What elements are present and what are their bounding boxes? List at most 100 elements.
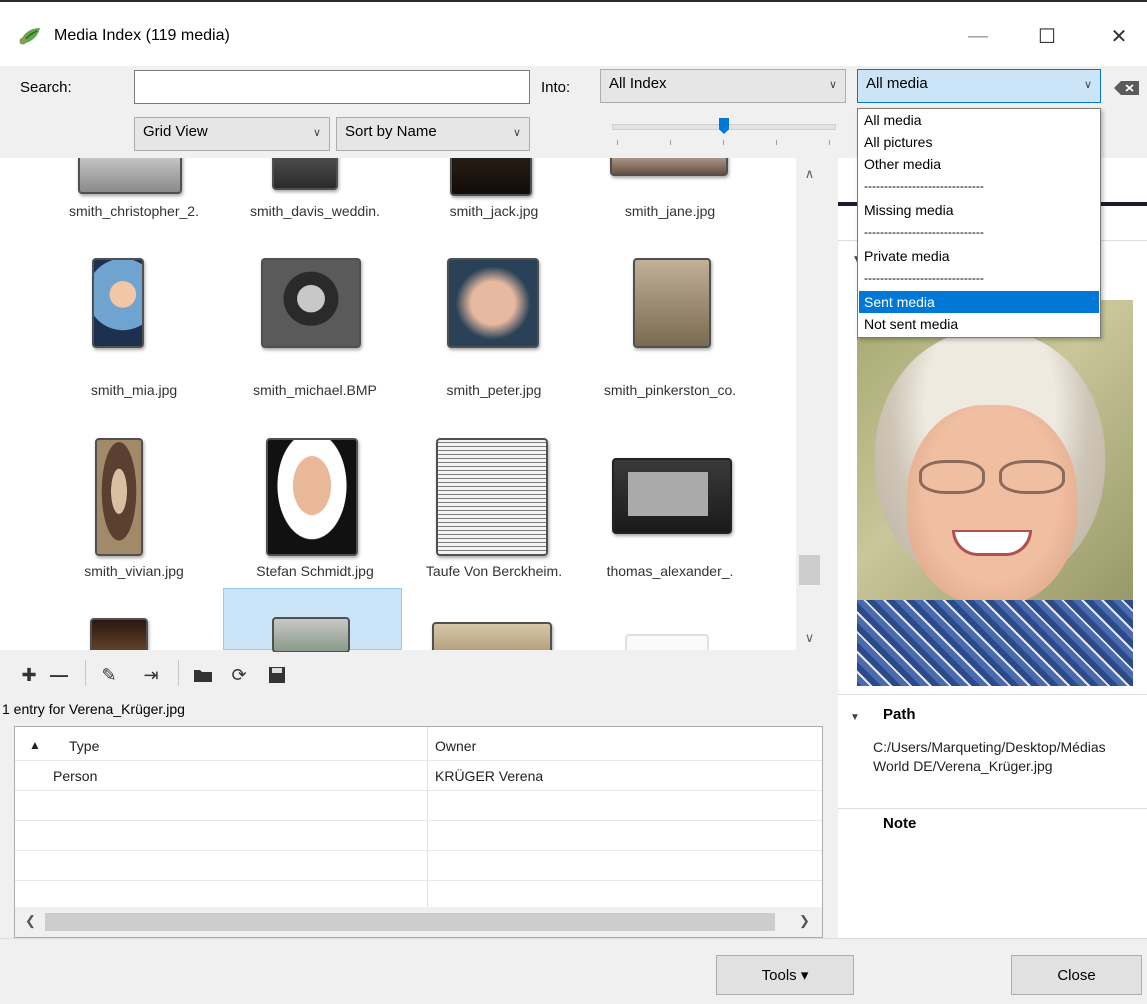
table-row [15,851,822,881]
dialog-footer [0,938,1147,1004]
media-filter-select[interactable]: All media ∨ [857,69,1101,103]
media-thumbnail[interactable] [432,622,552,650]
scroll-left-icon[interactable]: ❮ [25,913,36,929]
media-file-label: smith_peter.jpg [446,382,542,398]
scroll-right-icon[interactable]: ❯ [799,913,810,929]
preview-shirt [857,600,1133,686]
media-file-label: smith_pinkerston_co. [603,382,737,398]
media-file-label: smith_mia.jpg [90,382,178,398]
table-header-row: ▲ Type Owner [15,731,822,761]
document-preview [628,472,708,516]
entry-count-label: 1 entry for Verena_Krüger.jpg [2,701,185,717]
path-value: C:/Users/Marqueting/Desktop/Médias World… [873,739,1106,774]
table-row[interactable]: Person KRÜGER Verena [15,761,822,791]
sort-select[interactable]: Sort by Name ∨ [336,117,530,151]
toolbar-separator [178,660,179,686]
window-title: Media Index (119 media) [54,27,230,44]
view-mode-value: Grid View [143,123,208,140]
title-bar: Media Index (119 media) — ☐ ✕ [0,0,1147,66]
refresh-icon[interactable]: ⟳ [228,664,250,686]
path-collapse-icon[interactable]: ▼ [850,712,860,723]
dropdown-separator: ------------------------------ [864,225,984,239]
media-thumbnail[interactable] [78,158,182,194]
preview-face [907,405,1077,605]
scrollbar-thumb[interactable] [45,913,775,931]
slider-tick [670,140,671,145]
media-thumbnail[interactable] [447,258,539,348]
media-thumbnail[interactable] [272,158,338,190]
media-thumbnail[interactable] [625,634,709,650]
entries-table: ▲ Type Owner Person KRÜGER Verena ❮ ❯ [14,726,823,938]
path-section-title: Path [883,706,916,723]
media-thumbnail[interactable] [261,258,361,348]
maximize-button[interactable]: ☐ [1024,16,1070,56]
column-header-type[interactable]: Type [69,738,99,754]
media-file-label: smith_christopher_2. [69,203,199,219]
dropdown-option-missing-media[interactable]: Missing media [859,199,1099,221]
preview-glasses-right [999,460,1065,494]
remove-icon[interactable]: — [48,664,70,686]
app-leaf-icon [19,28,40,45]
folder-icon[interactable] [192,664,214,686]
close-window-button[interactable]: ✕ [1096,16,1142,56]
scroll-up-icon[interactable]: ∧ [796,166,823,182]
media-filter-value: All media [866,75,928,92]
selected-media-tile[interactable] [223,588,402,653]
dropdown-option-other-media[interactable]: Other media [859,153,1099,175]
media-file-label: Stefan Schmidt.jpg [256,563,374,579]
dropdown-separator: ------------------------------ [864,271,984,285]
media-file-label: Taufe Von Berckheim. [425,563,563,579]
divider [838,694,1147,695]
close-button[interactable]: Close [1011,955,1142,995]
dropdown-option-not-sent-media[interactable]: Not sent media [859,313,1099,335]
media-thumbnail[interactable] [633,258,711,348]
chevron-down-icon: ∨ [512,127,521,139]
table-horizontal-scrollbar[interactable]: ❮ ❯ [15,907,822,937]
media-thumbnail[interactable] [612,458,732,534]
media-grid[interactable]: smith_christopher_2. smith_davis_weddin.… [0,158,796,650]
column-header-owner[interactable]: Owner [435,738,476,754]
chevron-down-icon: ∨ [828,79,837,91]
scroll-down-icon[interactable]: ∨ [796,630,823,646]
media-thumbnail[interactable] [90,618,148,650]
clear-search-icon[interactable] [1113,80,1141,96]
media-file-label: smith_michael.BMP [253,382,377,398]
media-thumbnail[interactable] [92,258,144,348]
media-file-label: smith_jack.jpg [449,203,539,219]
merge-icon[interactable]: ⇥ [140,664,162,686]
media-actions-toolbar [0,652,823,696]
save-icon[interactable] [266,664,288,686]
media-thumbnail[interactable] [95,438,143,556]
preview-glasses-left [919,460,985,494]
media-thumbnail[interactable] [436,438,548,556]
slider-tick [776,140,777,145]
owner-cell: KRÜGER Verena [435,768,544,784]
scrollbar-thumb[interactable] [799,555,820,585]
media-file-label: thomas_alexander_. [606,563,734,579]
dropdown-option-all-media[interactable]: All media [859,109,1099,131]
add-icon[interactable]: ✚ [18,664,40,686]
tools-menu-button[interactable]: Tools ▾ [716,955,854,995]
divider [838,808,1147,809]
sort-asc-icon[interactable]: ▲ [29,738,41,752]
table-row [15,791,822,821]
media-file-label: smith_jane.jpg [624,203,716,219]
search-input[interactable] [134,70,530,104]
media-thumbnail[interactable] [266,438,358,556]
grid-vertical-scrollbar[interactable]: ∧ ∨ [796,158,823,650]
slider-tick [723,140,724,145]
dropdown-option-all-pictures[interactable]: All pictures [859,131,1099,153]
minimize-button[interactable]: — [955,16,1001,56]
media-thumbnail [272,617,350,653]
media-filter-dropdown[interactable]: All media All pictures Other media -----… [857,108,1101,338]
dropdown-option-private-media[interactable]: Private media [859,245,1099,267]
search-label: Search: [20,79,72,96]
into-select[interactable]: All Index ∨ [600,69,846,103]
media-thumbnail[interactable] [610,158,728,176]
edit-pencil-icon[interactable]: ✎ [98,664,120,686]
view-mode-select[interactable]: Grid View ∨ [134,117,330,151]
dropdown-option-sent-media[interactable]: Sent media [859,291,1099,313]
sort-value: Sort by Name [345,123,437,140]
media-thumbnail[interactable] [450,158,532,196]
media-file-label: smith_davis_weddin. [250,203,380,219]
